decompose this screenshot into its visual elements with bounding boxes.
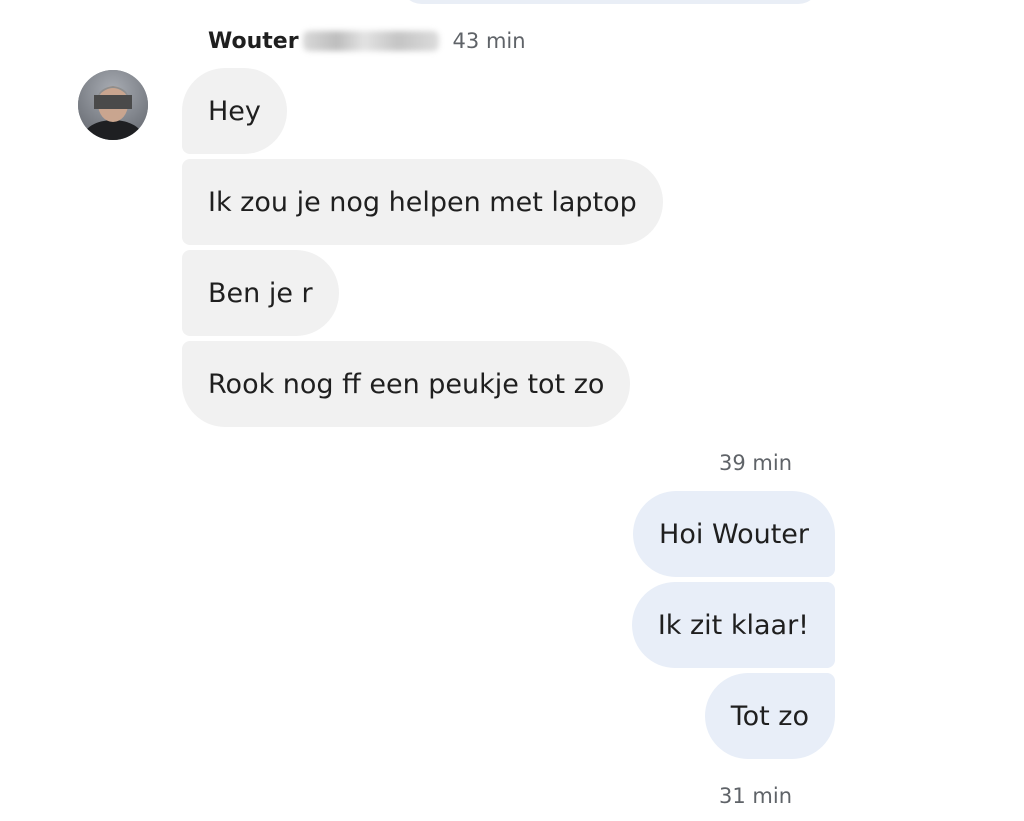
message-text: Ben je r xyxy=(208,277,313,309)
previous-message-bubble[interactable] xyxy=(400,0,820,4)
outgoing-message-bubble[interactable]: Hoi Wouter xyxy=(633,491,835,577)
sender-name: Wouter xyxy=(208,28,299,54)
message-text: Ik zit klaar! xyxy=(657,609,809,641)
outgoing-timestamp: 39 min xyxy=(719,451,792,475)
incoming-message-bubble[interactable]: Ik zou je nog helpen met laptop xyxy=(182,159,663,245)
incoming-message-bubble[interactable]: Rook nog ff een peukje tot zo xyxy=(182,341,631,427)
outgoing-message-bubble[interactable]: Tot zo xyxy=(704,673,835,759)
incoming-timestamp: 43 min xyxy=(452,29,526,53)
message-text: Hoi Wouter xyxy=(659,518,809,550)
incoming-message-bubble[interactable]: Hey xyxy=(182,68,287,154)
message-text: Rook nog ff een peukje tot zo xyxy=(208,368,605,400)
incoming-message-bubble[interactable]: Ben je r xyxy=(182,250,339,336)
message-text: Hey xyxy=(208,95,261,127)
footer-timestamp: 31 min xyxy=(719,784,792,808)
person-avatar-icon xyxy=(78,70,148,140)
message-text: Tot zo xyxy=(730,700,809,732)
outgoing-message-bubble[interactable]: Ik zit klaar! xyxy=(631,582,835,668)
blurred-surname xyxy=(302,31,439,51)
chat-conversation: Wouter 43 min Hey Ik zou je nog helpen m… xyxy=(0,0,1024,821)
message-text: Ik zou je nog helpen met laptop xyxy=(208,186,637,218)
sender-header: Wouter 43 min xyxy=(208,26,526,56)
sender-avatar-icon[interactable] xyxy=(78,70,148,140)
